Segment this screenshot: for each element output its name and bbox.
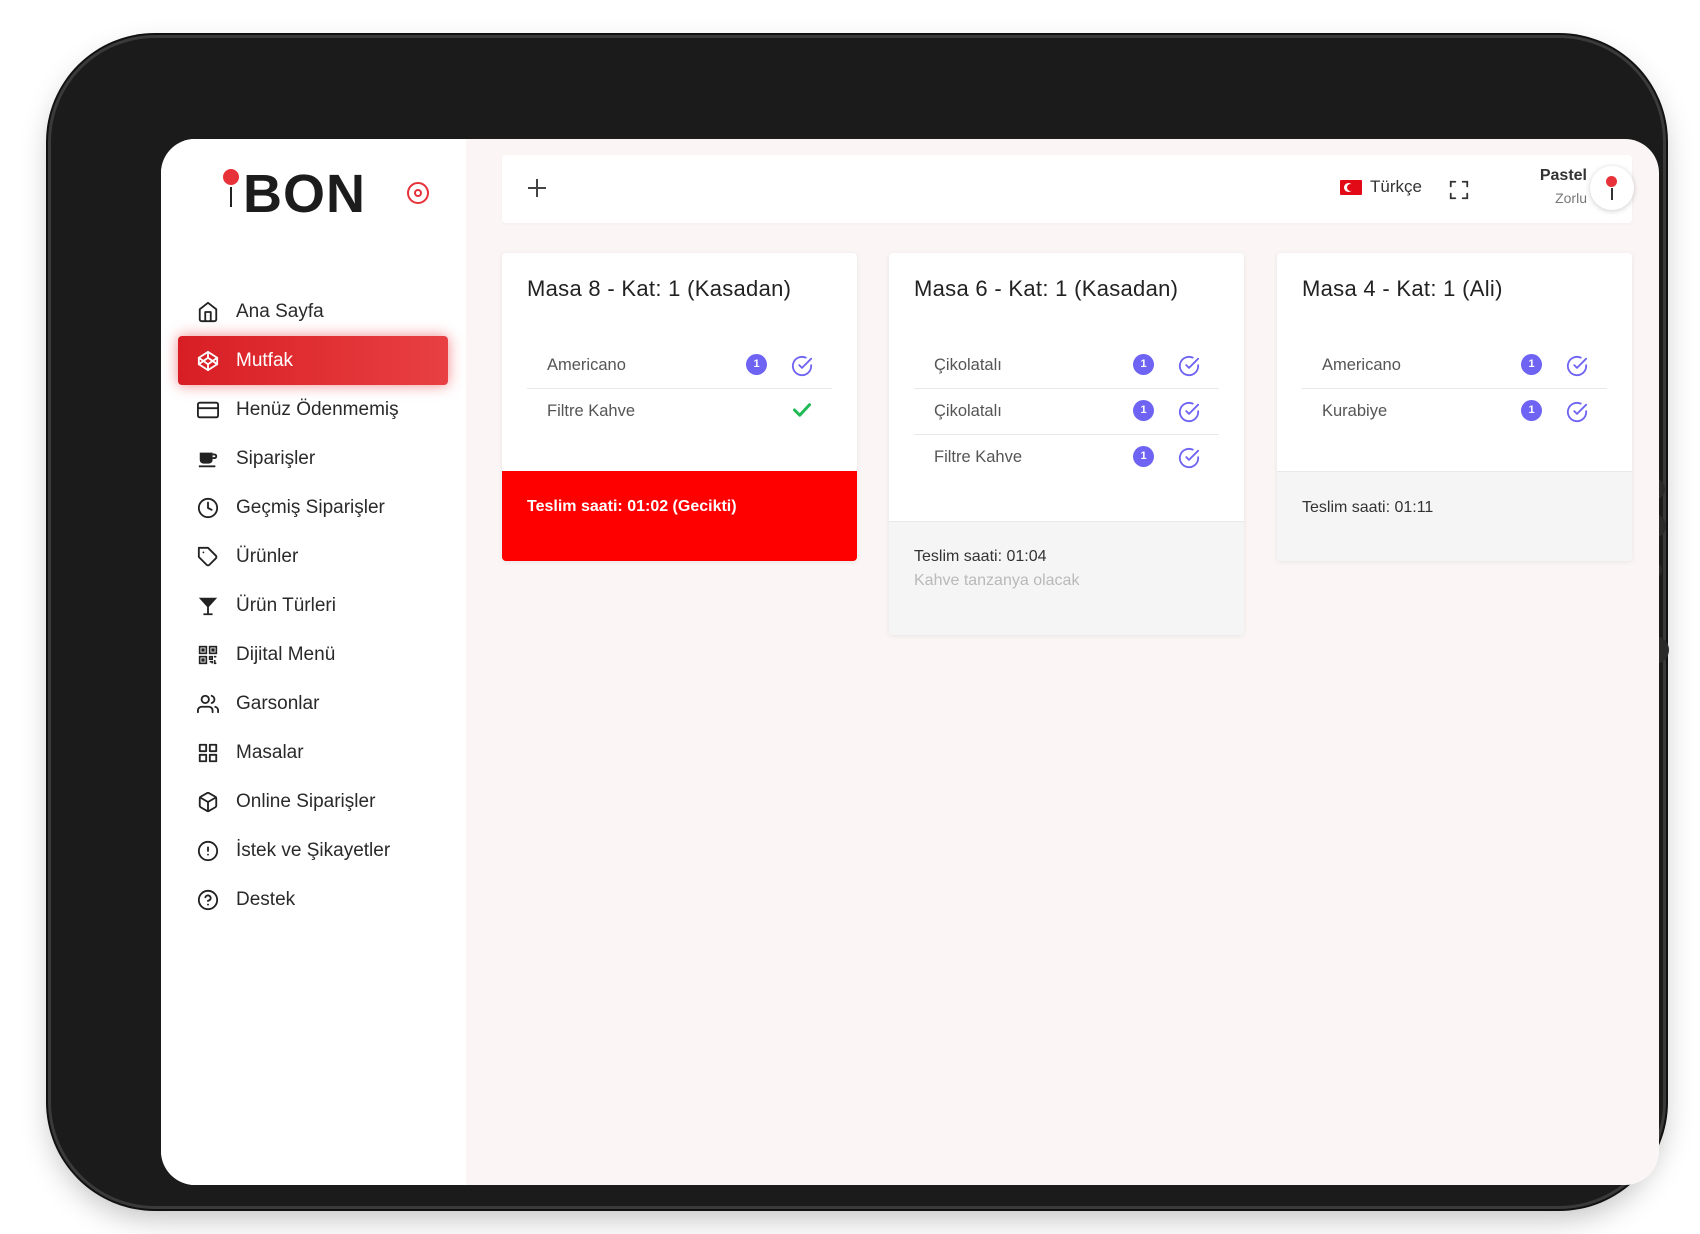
sidebar-item-urun-turleri[interactable]: Ürün Türleri — [178, 581, 448, 630]
sidebar-item-label: Dijital Menü — [236, 643, 336, 665]
tablet-frame: BON Ana Sayfa Mutfak Henüz Ödenmemiş Sip… — [51, 38, 1669, 1206]
order-item-name: Americano — [547, 356, 626, 374]
sidebar: BON Ana Sayfa Mutfak Henüz Ödenmemiş Sip… — [161, 139, 466, 1185]
order-item-row: Çikolatalı 1 — [914, 343, 1219, 389]
order-card: Masa 6 - Kat: 1 (Kasadan) Çikolatalı 1 Ç… — [889, 253, 1244, 635]
help-circle-icon — [196, 888, 220, 912]
delivery-status: Teslim saati: 01:11 — [1277, 471, 1632, 561]
order-item-row: Kurabiye 1 — [1302, 389, 1607, 435]
mark-done-icon[interactable] — [1178, 355, 1200, 377]
clock-icon — [196, 496, 220, 520]
delivery-time: Teslim saati: 01:02 (Gecikti) — [527, 498, 737, 515]
coffee-icon — [196, 447, 220, 471]
logo-pin-stem — [230, 187, 232, 207]
mark-done-icon[interactable] — [791, 355, 813, 377]
order-title: Masa 4 - Kat: 1 (Ali) — [1302, 276, 1503, 301]
app-screen: BON Ana Sayfa Mutfak Henüz Ödenmemiş Sip… — [161, 139, 1659, 1185]
sidebar-item-destek[interactable]: Destek — [178, 875, 448, 924]
sidebar-item-urunler[interactable]: Ürünler — [178, 532, 448, 581]
quantity-badge: 1 — [1521, 354, 1542, 375]
quantity-badge: 1 — [1521, 400, 1542, 421]
sidebar-item-henuz-odenmemis[interactable]: Henüz Ödenmemiş — [178, 385, 448, 434]
sidebar-item-label: Garsonlar — [236, 692, 320, 714]
fullscreen-icon[interactable] — [1448, 179, 1470, 201]
sidebar-item-istek-ve-sikayetler[interactable]: İstek ve Şikayetler — [178, 826, 448, 875]
order-note: Kahve tanzanya olacak — [914, 572, 1080, 589]
check-icon — [793, 402, 811, 418]
sidebar-item-label: Siparişler — [236, 447, 316, 469]
logo-text: BON — [243, 164, 366, 224]
sidebar-nav: Ana Sayfa Mutfak Henüz Ödenmemiş Sipariş… — [178, 287, 448, 924]
avatar[interactable] — [1590, 166, 1634, 210]
avatar-pin-stem — [1611, 188, 1613, 200]
sidebar-item-ana-sayfa[interactable]: Ana Sayfa — [178, 287, 448, 336]
quantity-badge: 1 — [1133, 446, 1154, 467]
mark-done-icon[interactable] — [1178, 401, 1200, 423]
mark-done-icon[interactable] — [1566, 401, 1588, 423]
delivery-time: Teslim saati: 01:04 — [914, 548, 1047, 565]
user-name[interactable]: Pastel — [1497, 167, 1587, 185]
turkey-flag-icon — [1340, 179, 1362, 195]
sidebar-item-label: Geçmiş Siparişler — [236, 496, 385, 518]
add-icon[interactable] — [526, 177, 548, 199]
sidebar-toggle-icon[interactable] — [407, 182, 429, 204]
codepen-icon — [196, 349, 220, 373]
order-item-name: Filtre Kahve — [547, 402, 636, 420]
cocktail-icon — [196, 594, 220, 618]
sidebar-item-label: Ürünler — [236, 545, 299, 567]
sidebar-item-label: Destek — [236, 888, 296, 910]
delivery-time: Teslim saati: 01:11 — [1302, 499, 1434, 516]
qr-code-icon — [196, 643, 220, 667]
sidebar-item-masalar[interactable]: Masalar — [178, 728, 448, 777]
credit-card-icon — [196, 398, 220, 422]
users-icon — [196, 692, 220, 716]
sidebar-item-label: Mutfak — [236, 349, 294, 371]
order-card: Masa 8 - Kat: 1 (Kasadan) Americano 1 Fi… — [502, 253, 857, 561]
top-bar: Türkçe Pastel Zorlu — [502, 155, 1634, 223]
sidebar-item-label: Ana Sayfa — [236, 300, 324, 322]
delivery-status-late: Teslim saati: 01:02 (Gecikti) — [502, 471, 857, 561]
order-item-row: Filtre Kahve 1 — [914, 435, 1219, 481]
sidebar-item-label: Henüz Ödenmemiş — [236, 398, 399, 420]
home-icon — [196, 300, 220, 324]
quantity-badge: 1 — [746, 354, 767, 375]
order-item-name: Filtre Kahve — [934, 448, 1023, 466]
order-item-row: Filtre Kahve — [527, 389, 832, 435]
order-title: Masa 6 - Kat: 1 (Kasadan) — [914, 276, 1179, 301]
order-card: Masa 4 - Kat: 1 (Ali) Americano 1 Kurabi… — [1277, 253, 1632, 561]
alert-circle-icon — [196, 839, 220, 863]
sidebar-item-label: Masalar — [236, 741, 304, 763]
avatar-pin-icon — [1606, 176, 1617, 187]
order-title: Masa 8 - Kat: 1 (Kasadan) — [527, 276, 792, 301]
sidebar-item-mutfak[interactable]: Mutfak — [178, 336, 448, 385]
sidebar-item-label: Ürün Türleri — [236, 594, 336, 616]
order-item-row: Çikolatalı 1 — [914, 389, 1219, 435]
language-label: Türkçe — [1370, 177, 1422, 196]
order-item-row: Americano 1 — [1302, 343, 1607, 389]
order-item-name: Kurabiye — [1322, 402, 1388, 420]
sidebar-item-gecmis-siparisler[interactable]: Geçmiş Siparişler — [178, 483, 448, 532]
order-item-name: Çikolatalı — [934, 402, 1002, 420]
user-subtitle: Zorlu — [1555, 190, 1587, 206]
mark-done-icon[interactable] — [1566, 355, 1588, 377]
sidebar-item-online-siparisler[interactable]: Online Siparişler — [178, 777, 448, 826]
order-item-name: Americano — [1322, 356, 1401, 374]
order-item-row: Americano 1 — [527, 343, 832, 389]
sidebar-item-siparisler[interactable]: Siparişler — [178, 434, 448, 483]
quantity-badge: 1 — [1133, 400, 1154, 421]
language-selector[interactable]: Türkçe — [1340, 177, 1422, 197]
sidebar-item-garsonlar[interactable]: Garsonlar — [178, 679, 448, 728]
sidebar-item-dijital-menu[interactable]: Dijital Menü — [178, 630, 448, 679]
order-item-name: Çikolatalı — [934, 356, 1002, 374]
quantity-badge: 1 — [1133, 354, 1154, 375]
delivery-status: Teslim saati: 01:04 Kahve tanzanya olaca… — [889, 521, 1244, 635]
sidebar-item-label: İstek ve Şikayetler — [236, 839, 391, 861]
logo-pin-icon — [223, 169, 239, 185]
sidebar-item-label: Online Siparişler — [236, 790, 376, 812]
grid-icon — [196, 741, 220, 765]
mark-done-icon[interactable] — [1178, 447, 1200, 469]
tag-icon — [196, 545, 220, 569]
box-icon — [196, 790, 220, 814]
